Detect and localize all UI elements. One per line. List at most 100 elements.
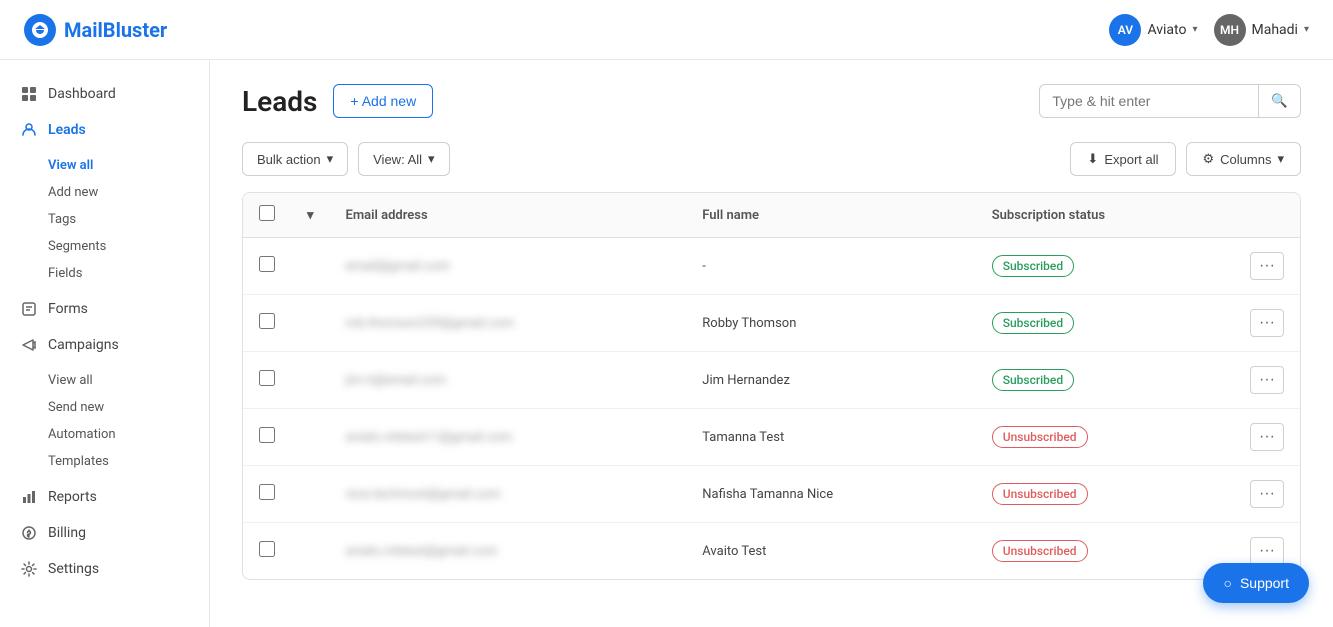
sidebar-item-forms[interactable]: Forms [0, 291, 209, 327]
row-checkbox[interactable] [259, 256, 275, 272]
row-more-button[interactable]: ··· [1250, 252, 1284, 280]
table-row: aviato.mbtest+1@gmail.com Tamanna Test U… [243, 409, 1300, 466]
search-button[interactable]: 🔍 [1259, 84, 1301, 118]
view-filter-label: View: All [373, 152, 422, 167]
row-expand-cell [291, 409, 330, 466]
row-actions-cell: ··· [1234, 409, 1300, 466]
header-email: Email address [330, 193, 687, 238]
row-status: Subscribed [976, 295, 1234, 352]
row-email[interactable]: email@gmail.com [330, 238, 687, 295]
logo[interactable]: MailBluster [24, 14, 167, 46]
user2-name: Mahadi [1252, 22, 1298, 38]
expand-chevron-icon: ▾ [307, 208, 314, 223]
support-button[interactable]: ○ Support [1203, 563, 1309, 603]
search-input[interactable] [1039, 84, 1259, 118]
sidebar-item-campaigns[interactable]: Campaigns [0, 327, 209, 363]
header-checkbox-col [243, 193, 291, 238]
campaigns-icon [20, 336, 38, 354]
header-right: AV Aviato ▾ MH Mahadi ▾ [1109, 14, 1309, 46]
sidebar-sub-automation[interactable]: Automation [0, 421, 209, 448]
row-checkbox[interactable] [259, 370, 275, 386]
sidebar-sub-segments[interactable]: Segments [0, 233, 209, 260]
table-header-row: ▾ Email address Full name Subscription s… [243, 193, 1300, 238]
table-body: email@gmail.com - Subscribed ··· rob.tho… [243, 238, 1300, 580]
row-expand-cell [291, 466, 330, 523]
support-label: Support [1240, 575, 1289, 591]
row-more-button[interactable]: ··· [1250, 480, 1284, 508]
sidebar-label-settings: Settings [48, 561, 99, 577]
sidebar-item-dashboard[interactable]: Dashboard [0, 76, 209, 112]
sidebar-item-reports[interactable]: Reports [0, 479, 209, 515]
sidebar-label-reports: Reports [48, 489, 97, 505]
row-checkbox-cell [243, 523, 291, 580]
status-badge: Unsubscribed [992, 483, 1088, 505]
row-checkbox-cell [243, 466, 291, 523]
sidebar-sub-send-new[interactable]: Send new [0, 394, 209, 421]
row-more-button[interactable]: ··· [1250, 309, 1284, 337]
table-row: jim.h@email.com Jim Hernandez Subscribed… [243, 352, 1300, 409]
row-checkbox[interactable] [259, 541, 275, 557]
export-button[interactable]: ⬇ Export all [1070, 142, 1175, 176]
bulk-action-chevron: ▾ [327, 151, 334, 167]
sidebar-item-settings[interactable]: Settings [0, 551, 209, 587]
billing-icon [20, 524, 38, 542]
search-icon: 🔍 [1271, 93, 1288, 108]
sidebar-sub-add-new[interactable]: Add new [0, 179, 209, 206]
row-email[interactable]: aviato.mbtest+1@gmail.com [330, 409, 687, 466]
row-fullname: - [686, 238, 975, 295]
select-all-checkbox[interactable] [259, 205, 275, 221]
row-email[interactable]: jim.h@email.com [330, 352, 687, 409]
sidebar-sub-templates[interactable]: Templates [0, 448, 209, 475]
row-status: Unsubscribed [976, 466, 1234, 523]
row-more-button[interactable]: ··· [1250, 366, 1284, 394]
add-new-button[interactable]: + Add new [333, 84, 433, 118]
header-expand-col: ▾ [291, 193, 330, 238]
row-email[interactable]: nice.techmost@gmail.com [330, 466, 687, 523]
row-more-button[interactable]: ··· [1250, 537, 1284, 565]
view-filter-button[interactable]: View: All ▾ [358, 142, 449, 176]
row-status: Subscribed [976, 238, 1234, 295]
export-label: Export all [1104, 152, 1158, 167]
columns-chevron: ▾ [1277, 151, 1284, 167]
user1-chevron: ▾ [1192, 24, 1197, 35]
sidebar-label-dashboard: Dashboard [48, 86, 116, 102]
columns-button[interactable]: ⚙ Columns ▾ [1186, 142, 1301, 176]
row-status: Unsubscribed [976, 409, 1234, 466]
status-badge: Subscribed [992, 255, 1074, 277]
user1-menu[interactable]: AV Aviato ▾ [1109, 14, 1197, 46]
page-header: Leads + Add new 🔍 [242, 84, 1301, 118]
status-badge: Subscribed [992, 312, 1074, 334]
sidebar-item-leads[interactable]: Leads [0, 112, 209, 148]
row-checkbox[interactable] [259, 484, 275, 500]
user2-chevron: ▾ [1304, 24, 1309, 35]
row-checkbox[interactable] [259, 427, 275, 443]
user1-name: Aviato [1147, 22, 1186, 38]
view-filter-chevron: ▾ [428, 151, 435, 167]
row-checkbox-cell [243, 352, 291, 409]
status-badge: Subscribed [992, 369, 1074, 391]
sidebar-sub-tags[interactable]: Tags [0, 206, 209, 233]
row-expand-cell [291, 295, 330, 352]
sidebar-label-billing: Billing [48, 525, 86, 541]
row-expand-cell [291, 352, 330, 409]
row-expand-cell [291, 523, 330, 580]
avatar-aviato: AV [1109, 14, 1141, 46]
row-more-button[interactable]: ··· [1250, 423, 1284, 451]
support-icon: ○ [1223, 575, 1231, 591]
sidebar-item-billing[interactable]: Billing [0, 515, 209, 551]
user2-menu[interactable]: MH Mahadi ▾ [1214, 14, 1310, 46]
row-checkbox-cell [243, 409, 291, 466]
row-fullname: Tamanna Test [686, 409, 975, 466]
sidebar-sub-fields[interactable]: Fields [0, 260, 209, 287]
row-email[interactable]: rob.thomson239@gmail.com [330, 295, 687, 352]
bulk-action-button[interactable]: Bulk action ▾ [242, 142, 348, 176]
row-actions-cell: ··· [1234, 295, 1300, 352]
sidebar-sub-view-all[interactable]: View all [0, 152, 209, 179]
sidebar-sub-camp-view-all[interactable]: View all [0, 367, 209, 394]
status-badge: Unsubscribed [992, 540, 1088, 562]
columns-icon: ⚙ [1203, 151, 1215, 167]
row-email[interactable]: aviato.mbtest@gmail.com [330, 523, 687, 580]
row-checkbox[interactable] [259, 313, 275, 329]
main-content: Leads + Add new 🔍 Bulk action ▾ [210, 60, 1333, 627]
toolbar-right: ⬇ Export all ⚙ Columns ▾ [1070, 142, 1301, 176]
